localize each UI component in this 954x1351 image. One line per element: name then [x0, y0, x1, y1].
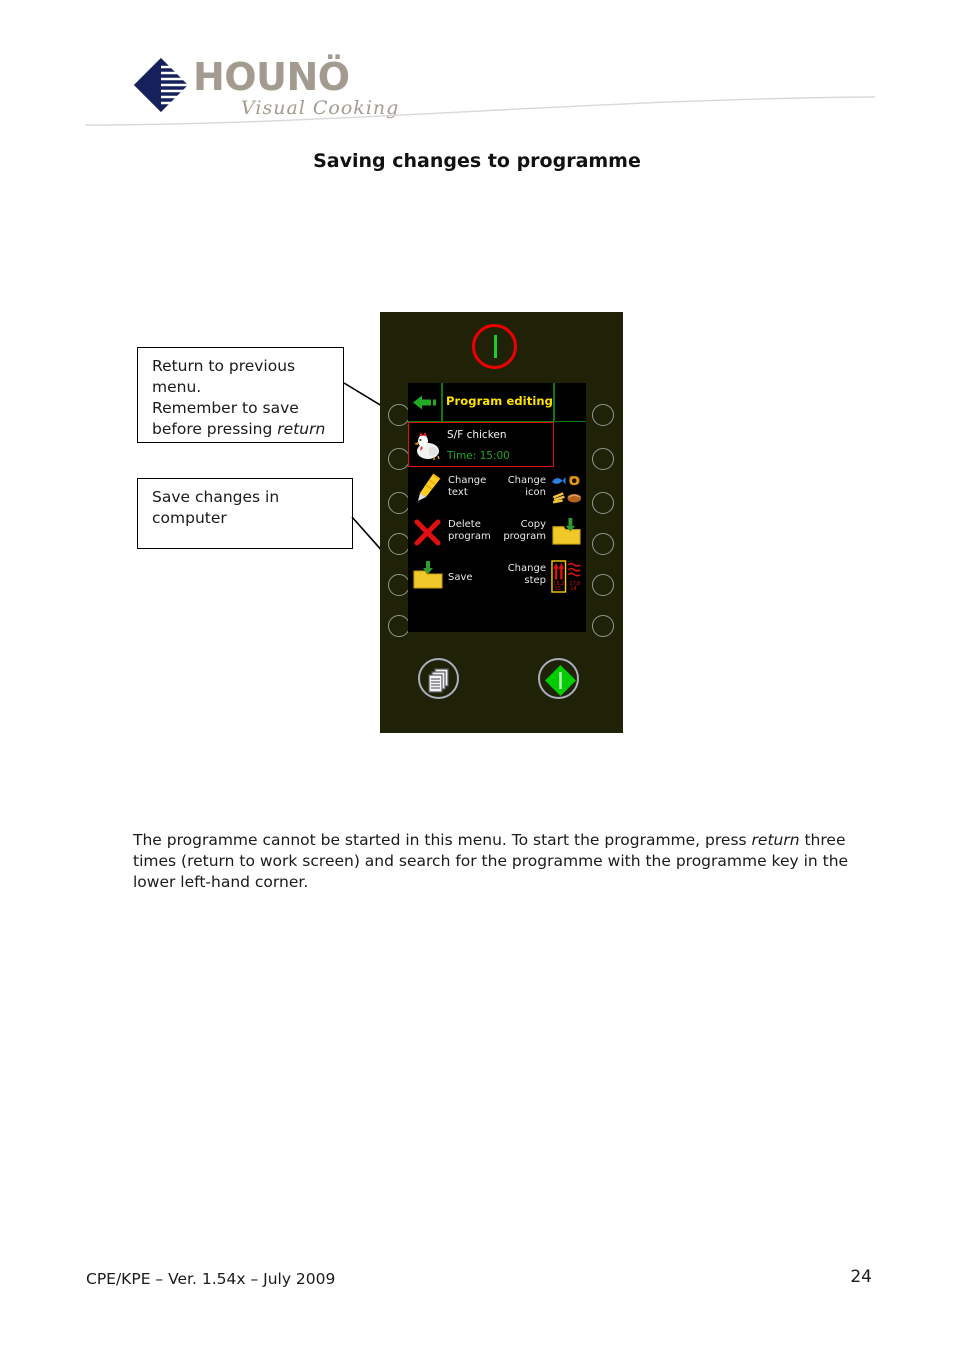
callout-line: menu. [152, 378, 202, 396]
side-key-right-5[interactable] [592, 574, 614, 596]
label-line: Save [448, 572, 473, 583]
side-key-left-3[interactable] [388, 492, 410, 514]
callout-return-to-previous-menu: Return to previous menu. Remember to sav… [137, 347, 344, 443]
program-name: S/F chicken [447, 429, 507, 441]
side-key-right-2[interactable] [592, 448, 614, 470]
page-number: 24 [850, 1267, 872, 1287]
menu-row-save-change-step: Save Change step 15.2 10 17.8 14 [408, 555, 586, 599]
label-line: icon [525, 487, 546, 498]
header-swoosh-divider [85, 96, 875, 126]
menu-label-change-text: Change text [448, 475, 486, 499]
page-header: HOUNÖ Visual Cooking [0, 0, 954, 140]
callout-line: Save changes in [152, 488, 280, 506]
callout-line: Remember to save [152, 399, 299, 417]
selected-program-row[interactable]: S/F chicken Time: 15:00 [408, 422, 554, 467]
lcd-title-bar: Program editing [408, 383, 586, 422]
callout-line: before pressing [152, 420, 278, 438]
menu-label-change-icon: Change icon [508, 475, 546, 499]
back-arrow-icon[interactable] [413, 395, 437, 410]
programme-key-button[interactable] [418, 658, 459, 699]
side-key-right-4[interactable] [592, 533, 614, 555]
lcd-divider-left [441, 383, 443, 422]
label-line: program [448, 531, 491, 542]
label-line: Delete [448, 519, 481, 530]
label-line: text [448, 487, 468, 498]
menu-row-change-text-icon: Change text Change icon [408, 467, 586, 511]
side-key-right-3[interactable] [592, 492, 614, 514]
svg-text:14: 14 [570, 586, 576, 592]
side-key-left-4[interactable] [388, 533, 410, 555]
food-icons-grid-icon[interactable] [551, 472, 582, 505]
callout-emphasis: return [277, 420, 326, 438]
lcd-divider-right [553, 383, 555, 422]
change-text-pen-icon[interactable] [413, 472, 443, 504]
side-key-left-6[interactable] [388, 615, 410, 637]
menu-label-save: Save [448, 572, 473, 584]
callout-save-changes-in-computer: Save changes in computer [137, 478, 353, 549]
brand-name: HOUNÖ [193, 55, 350, 99]
change-step-icon[interactable]: 15.2 10 17.8 14 [551, 560, 582, 593]
copy-folder-icon[interactable] [551, 516, 582, 549]
side-key-left-5-save[interactable] [388, 574, 410, 596]
label-line: Change [507, 563, 546, 574]
label-line: Copy [520, 519, 546, 530]
footer-version: CPE/KPE – Ver. 1.54x – July 2009 [86, 1270, 336, 1288]
menu-label-copy-program: Copy program [503, 519, 546, 543]
save-folder-icon[interactable] [413, 560, 443, 592]
page-title: Saving changes to programme [313, 150, 641, 172]
power-standby-icon [472, 324, 517, 369]
delete-cross-icon[interactable] [413, 516, 443, 548]
side-key-right-1[interactable] [592, 404, 614, 426]
green-diamond-start-icon [545, 665, 576, 696]
body-text-emphasis: return [751, 831, 800, 849]
label-line: Change [448, 475, 487, 486]
menu-label-delete-program: Delete program [448, 519, 491, 543]
menu-row-delete-copy-program: Delete program Copy program [408, 511, 586, 555]
callout-line: computer [152, 509, 227, 527]
side-key-right-6[interactable] [592, 615, 614, 637]
menu-label-change-step: Change step [508, 563, 546, 587]
side-key-left-2[interactable] [388, 448, 410, 470]
callout-line: Return to previous [152, 357, 296, 375]
svg-text:10: 10 [554, 586, 560, 592]
label-line: Change [507, 475, 546, 486]
label-line: program [503, 531, 546, 542]
program-time: Time: 15:00 [447, 450, 510, 462]
body-paragraph: The programme cannot be started in this … [133, 830, 857, 893]
stacked-pages-icon [428, 668, 449, 693]
body-text-part1: The programme cannot be started in this … [133, 831, 752, 849]
start-button[interactable] [538, 658, 579, 699]
lcd-screen: Program editing S/F chicken Time: 15:00 [408, 383, 586, 632]
side-key-left-1[interactable] [388, 404, 410, 426]
lcd-title: Program editing [446, 394, 553, 408]
label-line: step [524, 575, 546, 586]
oven-control-panel: Program editing S/F chicken Time: 15:00 [380, 312, 623, 733]
chicken-icon [414, 432, 440, 460]
